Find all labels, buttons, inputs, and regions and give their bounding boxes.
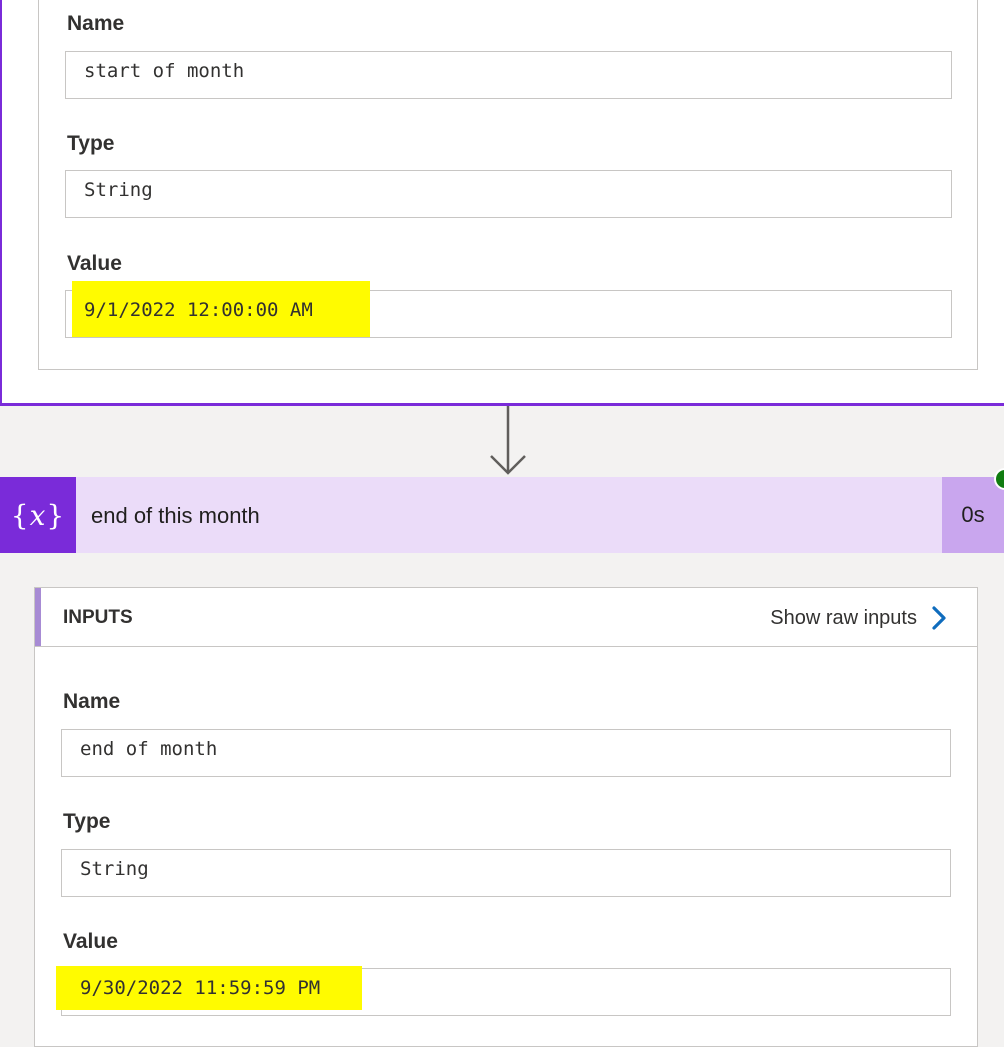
action-header[interactable]: {𝑥} end of this month 0s	[0, 477, 1004, 553]
value-field[interactable]: 9/1/2022 12:00:00 AM	[65, 281, 952, 338]
show-raw-inputs-label: Show raw inputs	[770, 606, 917, 629]
value-label: Value	[63, 930, 118, 953]
previous-step-inputs-panel: Name start of month Type String Value 9/…	[38, 0, 978, 370]
name-field[interactable]: start of month	[65, 51, 952, 99]
value-value: 9/1/2022 12:00:00 AM	[84, 299, 313, 321]
type-value: String	[84, 179, 153, 201]
type-value: String	[80, 858, 149, 880]
previous-step-card: Name start of month Type String Value 9/…	[0, 0, 1004, 406]
inputs-header: INPUTS Show raw inputs	[35, 588, 977, 647]
value-value: 9/30/2022 11:59:59 PM	[80, 977, 321, 999]
name-value: start of month	[84, 60, 245, 82]
name-label: Name	[67, 12, 125, 35]
type-label: Type	[67, 132, 115, 155]
down-arrow-icon	[490, 406, 526, 475]
type-label: Type	[63, 810, 111, 833]
type-field[interactable]: String	[65, 170, 952, 218]
duration-badge: 0s	[942, 477, 1004, 553]
action-title: end of this month	[91, 503, 260, 528]
chevron-right-icon[interactable]	[931, 605, 947, 631]
inputs-accent-bar	[35, 588, 41, 646]
name-value: end of month	[80, 738, 218, 760]
inputs-title: INPUTS	[63, 607, 133, 628]
type-field[interactable]: String	[61, 849, 951, 897]
show-raw-inputs-link[interactable]: Show raw inputs	[770, 604, 947, 632]
name-label: Name	[63, 690, 121, 713]
value-label: Value	[67, 252, 122, 275]
value-field[interactable]: 9/30/2022 11:59:59 PM	[56, 966, 951, 1016]
variable-icon: {𝑥}	[0, 477, 76, 553]
name-field[interactable]: end of month	[61, 729, 951, 777]
inputs-card: INPUTS Show raw inputs Name end of month…	[34, 587, 978, 1047]
